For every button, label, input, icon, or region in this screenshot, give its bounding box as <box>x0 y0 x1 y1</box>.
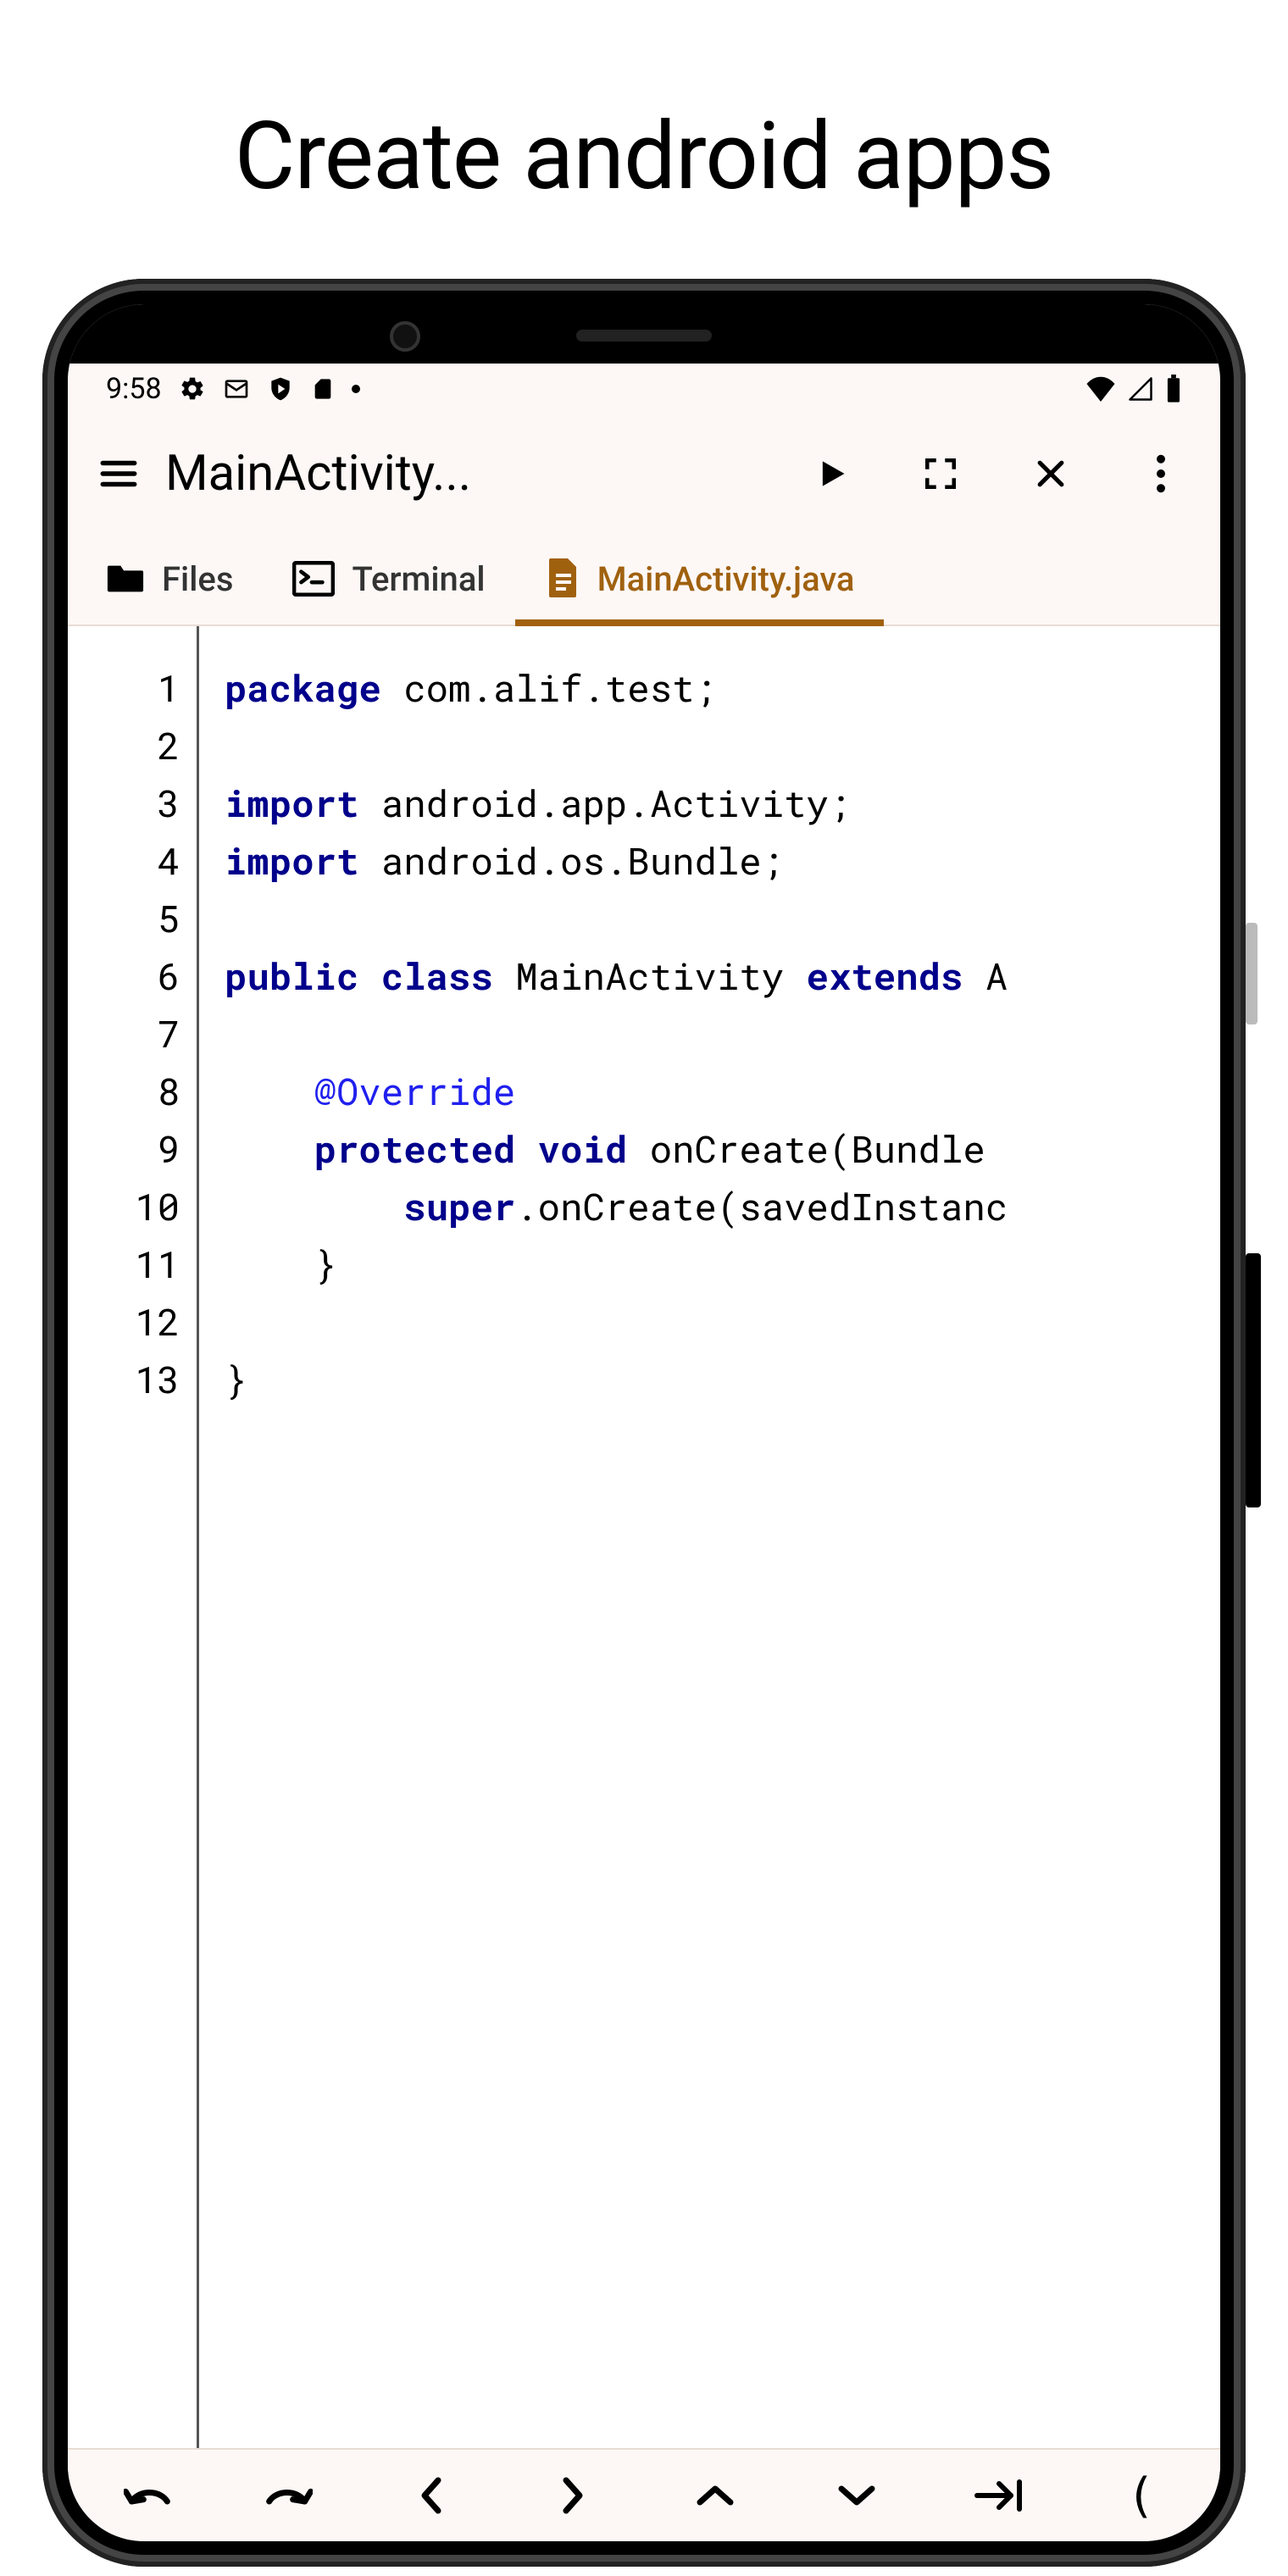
cursor-left-button[interactable] <box>402 2466 461 2525</box>
line-number: 10 <box>68 1177 180 1235</box>
chevron-right-icon <box>559 2475 586 2516</box>
line-number: 5 <box>68 889 180 947</box>
app-bar: MainActivity... <box>68 414 1220 533</box>
code-line[interactable]: package com.alif.test; <box>225 658 1220 716</box>
tab-files[interactable]: Files <box>76 533 263 625</box>
cursor-right-button[interactable] <box>543 2466 602 2525</box>
more-vert-icon <box>1155 454 1167 493</box>
code-line[interactable] <box>225 889 1220 947</box>
line-number: 8 <box>68 1062 180 1119</box>
tab-files-label: Files <box>162 559 233 599</box>
phone-camera <box>390 321 420 352</box>
run-button[interactable] <box>809 452 852 495</box>
line-number: 2 <box>68 716 180 774</box>
phone-side-button-light <box>1246 923 1257 1024</box>
line-number: 12 <box>68 1292 180 1350</box>
line-number: 13 <box>68 1350 180 1407</box>
overflow-button[interactable] <box>1140 452 1182 495</box>
code-line[interactable] <box>225 1004 1220 1062</box>
tab-key-button[interactable] <box>969 2466 1029 2525</box>
paren-label: ( <box>1126 2468 1155 2523</box>
chevron-up-icon <box>695 2482 736 2509</box>
status-bar: 9:58 <box>68 364 1220 414</box>
code-line[interactable]: super.onCreate(savedInstanc <box>225 1177 1220 1235</box>
status-dot-icon <box>352 385 360 393</box>
code-line[interactable]: import android.app.Activity; <box>225 774 1220 831</box>
line-number: 11 <box>68 1235 180 1292</box>
battery-icon <box>1165 375 1182 403</box>
line-number: 7 <box>68 1004 180 1062</box>
code-content[interactable]: package com.alif.test; import android.ap… <box>199 626 1220 2448</box>
code-editor[interactable]: 12345678910111213 package com.alif.test;… <box>68 626 1220 2448</box>
line-number: 6 <box>68 947 180 1004</box>
line-number-gutter: 12345678910111213 <box>68 626 199 2448</box>
code-line[interactable] <box>225 716 1220 774</box>
app-bar-actions <box>809 452 1191 495</box>
fullscreen-button[interactable] <box>919 452 962 495</box>
cellular-icon <box>1126 376 1155 402</box>
tab-active-label: MainActivity.java <box>597 559 855 599</box>
menu-button[interactable] <box>97 452 140 495</box>
code-line[interactable]: public class MainActivity extends A <box>225 947 1220 1004</box>
code-line[interactable]: import android.os.Bundle; <box>225 831 1220 889</box>
code-line[interactable]: } <box>225 1235 1220 1292</box>
phone-side-button-dark <box>1246 1253 1261 1507</box>
phone-speaker <box>576 330 712 341</box>
close-button[interactable] <box>1030 452 1072 495</box>
page-heading: Create android apps <box>0 0 1288 279</box>
phone-notch <box>68 304 1220 364</box>
line-number: 9 <box>68 1119 180 1177</box>
fullscreen-icon <box>923 456 958 491</box>
line-number: 3 <box>68 774 180 831</box>
wifi-icon <box>1085 376 1116 402</box>
tab-terminal-label: Terminal <box>352 559 485 599</box>
tab-bar: Files Terminal MainActivity.java <box>68 533 1220 626</box>
redo-button[interactable] <box>259 2466 319 2525</box>
editor-bottom-toolbar: ( <box>68 2448 1220 2541</box>
app-bar-title: MainActivity... <box>165 445 547 502</box>
phone-screen: 9:58 MainActivity... <box>68 304 1220 2541</box>
tab-editor-active[interactable]: MainActivity.java <box>515 533 885 625</box>
play-icon <box>812 455 849 492</box>
code-line[interactable]: @Override <box>225 1062 1220 1119</box>
chevron-down-icon <box>836 2482 877 2509</box>
tab-terminal[interactable]: Terminal <box>263 533 514 625</box>
redo-icon <box>265 2476 313 2515</box>
mail-icon <box>223 375 250 402</box>
status-right <box>1085 375 1182 403</box>
play-protect-icon <box>267 375 294 402</box>
file-icon <box>545 558 580 599</box>
hamburger-icon <box>97 452 140 495</box>
gear-icon <box>179 375 206 402</box>
undo-icon <box>124 2476 171 2515</box>
line-number: 4 <box>68 831 180 889</box>
phone-frame: 9:58 MainActivity... <box>42 279 1246 2567</box>
terminal-icon <box>292 561 335 597</box>
chevron-left-icon <box>418 2475 445 2516</box>
tab-arrow-icon <box>974 2479 1024 2512</box>
status-left: 9:58 <box>106 372 360 406</box>
line-number: 1 <box>68 658 180 716</box>
code-line[interactable]: protected void onCreate(Bundle <box>225 1119 1220 1177</box>
code-line[interactable] <box>225 1292 1220 1350</box>
code-line[interactable]: } <box>225 1350 1220 1407</box>
status-time: 9:58 <box>106 372 162 406</box>
folder-icon <box>106 562 145 596</box>
close-icon <box>1032 455 1069 492</box>
insert-paren-button[interactable]: ( <box>1111 2466 1170 2525</box>
sd-card-icon <box>311 375 335 402</box>
undo-button[interactable] <box>118 2466 177 2525</box>
cursor-up-button[interactable] <box>686 2466 745 2525</box>
cursor-down-button[interactable] <box>827 2466 886 2525</box>
